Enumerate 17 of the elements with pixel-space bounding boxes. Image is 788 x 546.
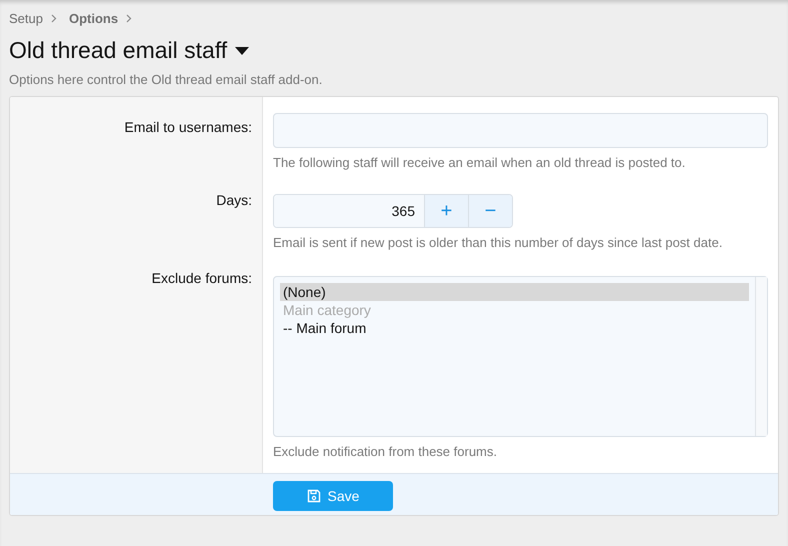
listbox-option[interactable]: -- Main forum (280, 319, 749, 337)
breadcrumb-link[interactable]: Setup (9, 11, 43, 26)
page-description: Options here control the Old thread email staff add-on. (9, 72, 324, 87)
field-label: Email to usernames: (124, 119, 252, 135)
field-hint: The following staff will receive an email when an old thread is posted to. (273, 155, 686, 170)
field-label: Exclude forums: (152, 270, 252, 286)
usernames-input-field[interactable] (273, 113, 768, 148)
listbox-option[interactable]: (None) (280, 283, 749, 301)
breadcrumb-link[interactable]: Options (68, 11, 118, 26)
field-label: Days: (216, 192, 252, 208)
page-title: Old thread email staff (9, 37, 228, 64)
field-hint: Email is sent if new post is older than this number of days since last post date. (273, 235, 724, 250)
chevron-icon (126, 14, 132, 23)
save-button[interactable]: Save (273, 481, 393, 511)
dropdown-caret-icon[interactable] (235, 46, 250, 54)
chevron-icon (50, 14, 57, 23)
field-hint: Exclude notification from these forums. (273, 444, 498, 459)
